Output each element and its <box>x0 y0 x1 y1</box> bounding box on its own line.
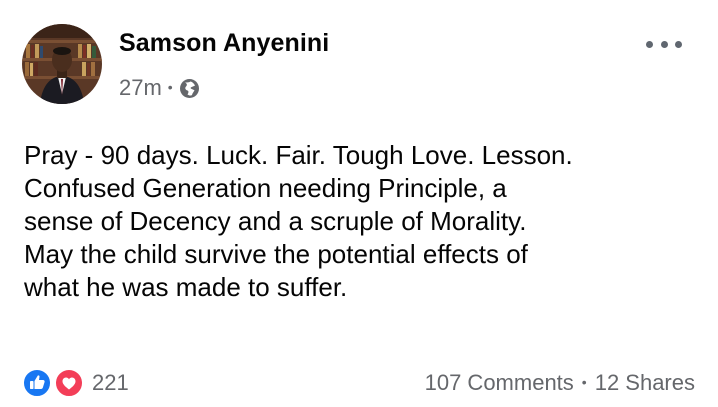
more-options-icon[interactable] <box>646 34 682 54</box>
engagement-separator: • <box>581 374 587 390</box>
shares-count-link[interactable]: 12 Shares <box>595 370 695 396</box>
post-text-line: sense of Decency and a scruple of Morali… <box>24 206 527 236</box>
post-text: Pray - 90 days. Luck. Fair. Tough Love. … <box>24 139 704 304</box>
reactions-summary[interactable]: 221 <box>22 368 129 398</box>
author-name[interactable]: Samson Anyenini <box>119 29 329 58</box>
post-text-line: May the child survive the potential effe… <box>24 239 528 269</box>
reaction-icons <box>22 368 90 398</box>
like-icon <box>22 368 52 398</box>
feed-post: Samson Anyenini 27m • Pray - 90 days. Lu… <box>0 0 718 407</box>
engagement-summary: 107 Comments • 12 Shares <box>425 369 695 397</box>
post-text-line: Pray - 90 days. Luck. Fair. Tough Love. … <box>24 140 573 170</box>
post-meta: 27m • <box>119 73 200 103</box>
reaction-count: 221 <box>92 370 129 395</box>
meta-separator: • <box>167 79 173 95</box>
love-icon <box>54 368 84 398</box>
timestamp[interactable]: 27m <box>119 75 162 101</box>
comments-count-link[interactable]: 107 Comments <box>425 370 574 396</box>
avatar[interactable] <box>22 24 102 104</box>
post-text-line: what he was made to suffer. <box>24 272 348 302</box>
profile-photo <box>22 24 102 104</box>
post-text-line: Confused Generation needing Principle, a <box>24 173 507 203</box>
globe-icon <box>179 78 200 99</box>
